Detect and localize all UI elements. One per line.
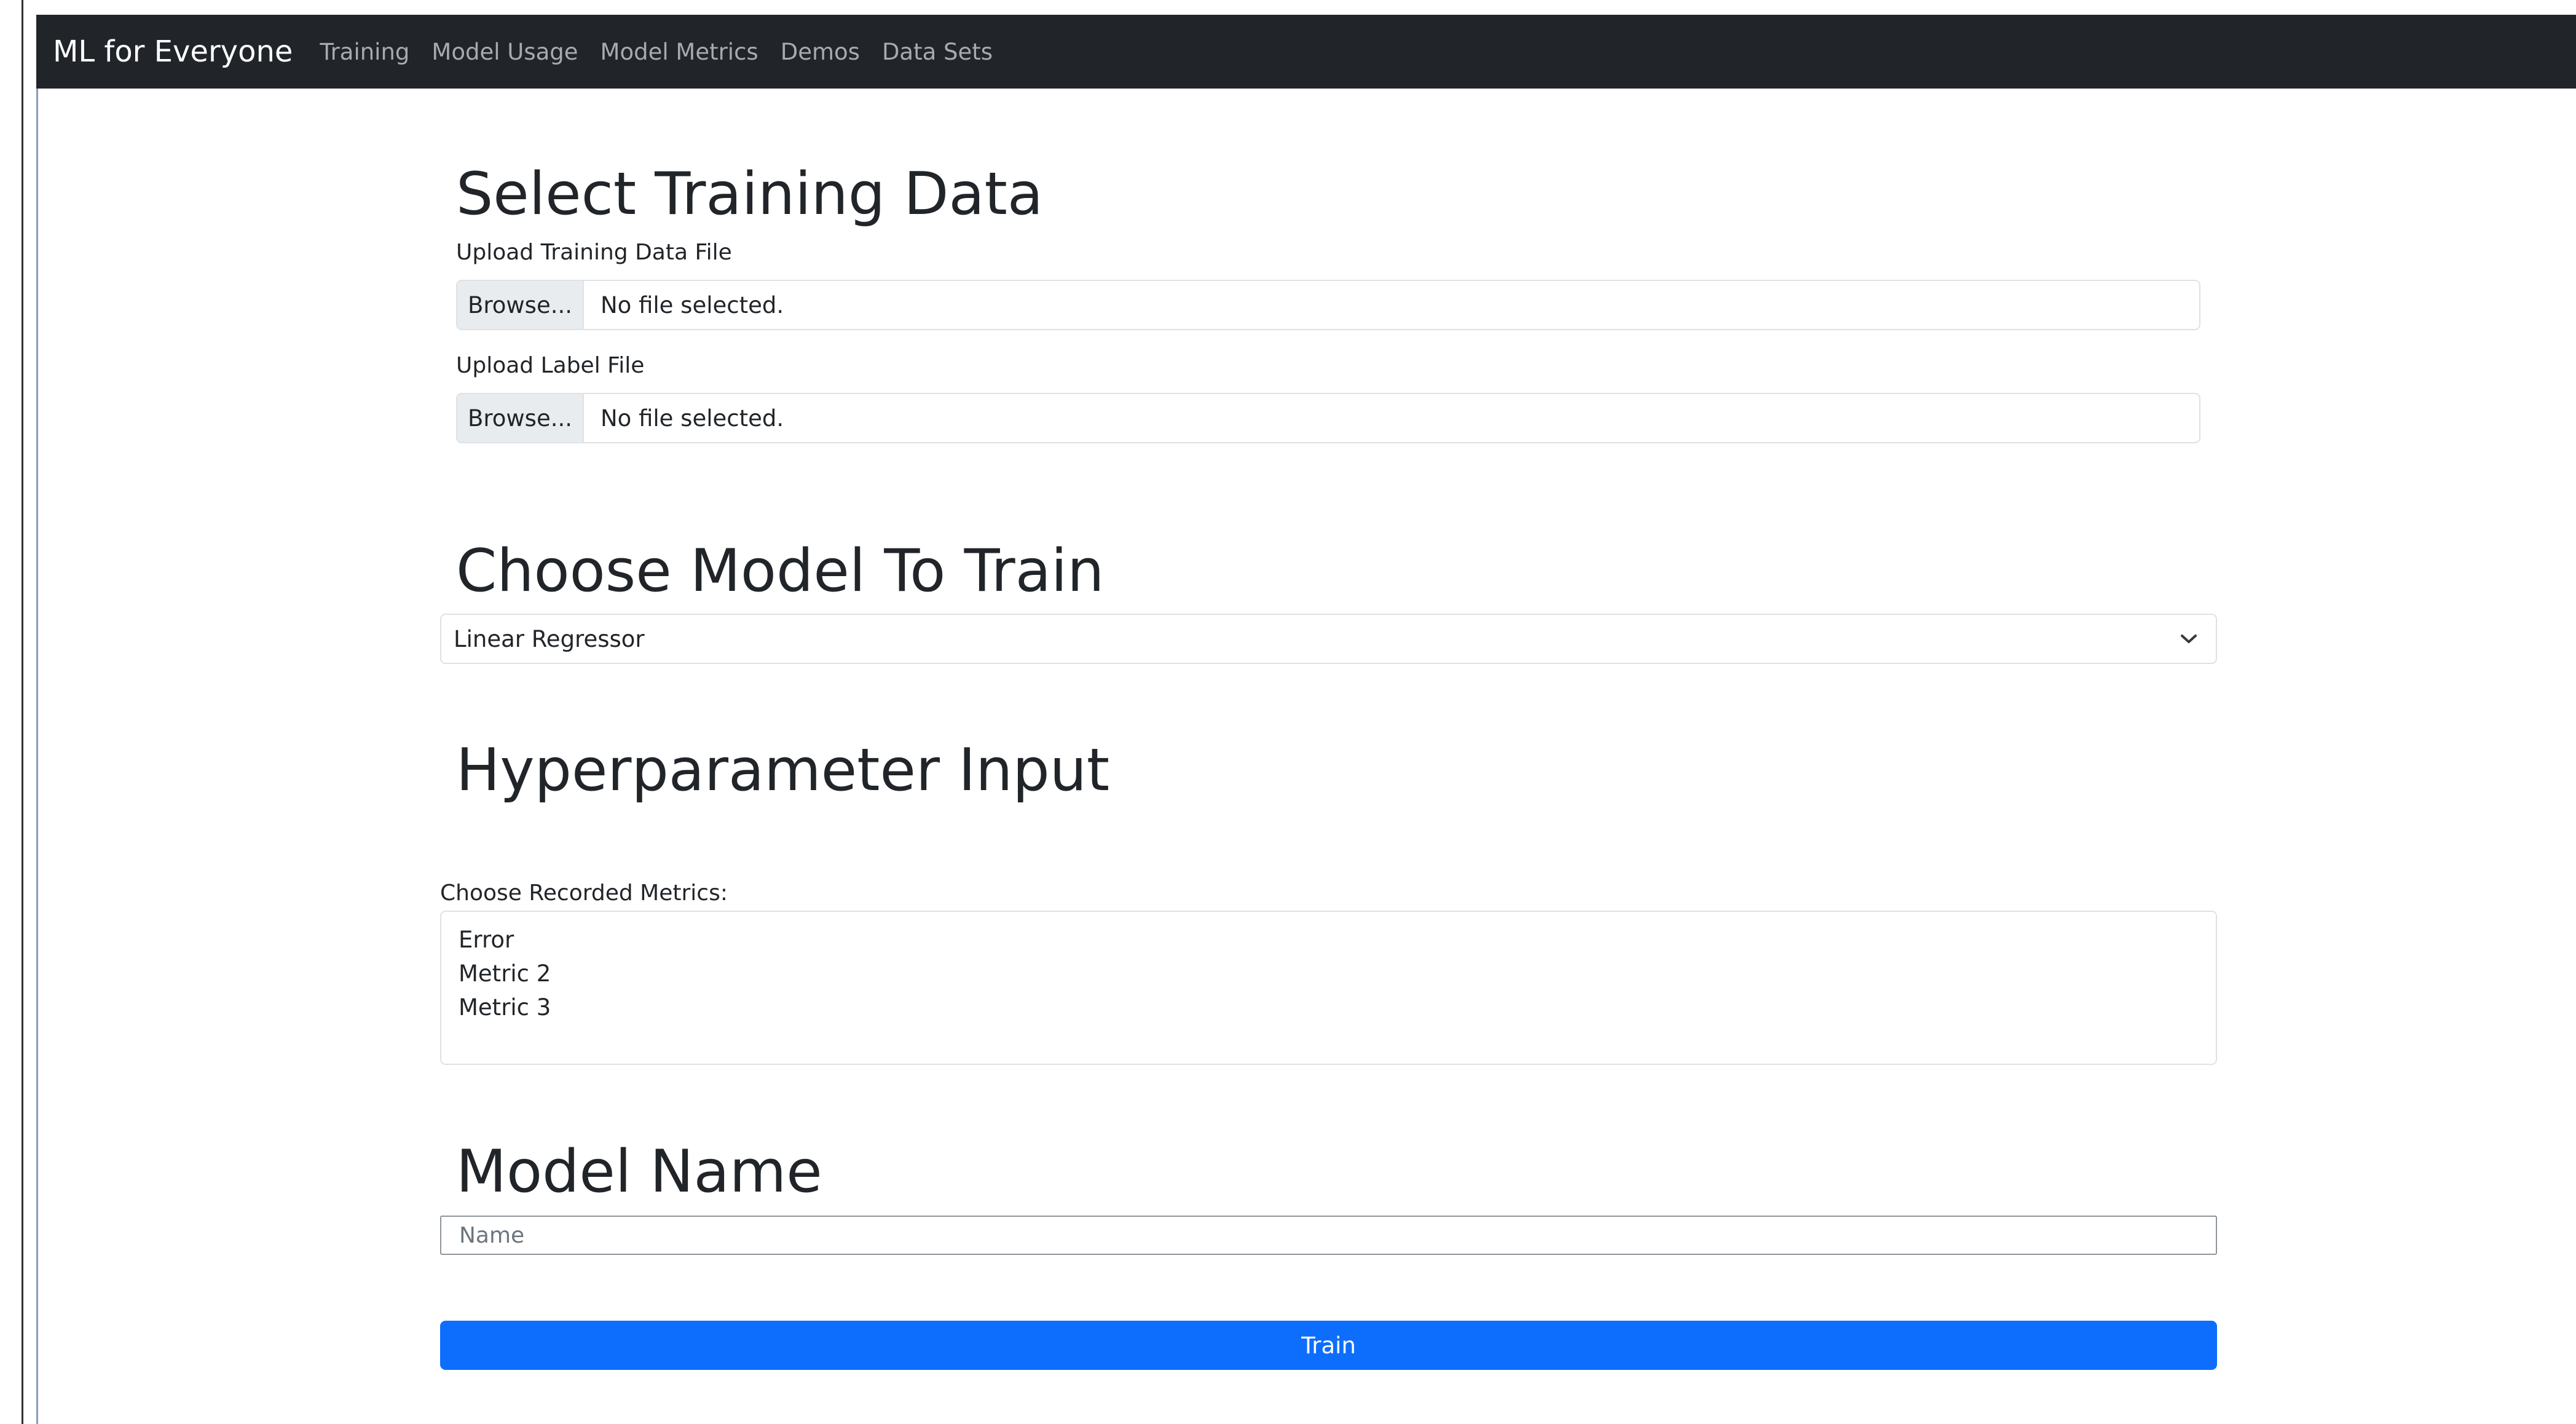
model-name-input[interactable] bbox=[440, 1216, 2217, 1255]
window-border-outer bbox=[22, 0, 23, 1424]
metric-option-metric-2[interactable]: Metric 2 bbox=[459, 957, 2199, 991]
nav-link-data-sets[interactable]: Data Sets bbox=[882, 39, 993, 65]
training-data-file-label: Upload Training Data File bbox=[456, 240, 732, 265]
nav-link-model-usage[interactable]: Model Usage bbox=[431, 39, 578, 65]
training-data-file-input[interactable]: Browse... No file selected. bbox=[456, 280, 2200, 330]
training-data-browse-button[interactable]: Browse... bbox=[457, 281, 584, 329]
label-file-input[interactable]: Browse... No file selected. bbox=[456, 393, 2200, 443]
navbar-brand[interactable]: ML for Everyone bbox=[53, 34, 293, 69]
nav-link-model-metrics[interactable]: Model Metrics bbox=[601, 39, 758, 65]
label-file-browse-button[interactable]: Browse... bbox=[457, 394, 584, 442]
choose-model-heading: Choose Model To Train bbox=[456, 537, 1105, 605]
window-border-inner bbox=[36, 15, 38, 1424]
nav-link-training[interactable]: Training bbox=[320, 39, 409, 65]
train-button[interactable]: Train bbox=[440, 1321, 2217, 1370]
recorded-metrics-listbox[interactable]: Error Metric 2 Metric 3 bbox=[440, 911, 2217, 1065]
label-file-status: No file selected. bbox=[601, 405, 784, 432]
navbar: ML for Everyone Training Model Usage Mod… bbox=[36, 15, 2576, 89]
label-file-label: Upload Label File bbox=[456, 353, 645, 378]
model-name-heading: Model Name bbox=[456, 1138, 822, 1206]
select-training-data-heading: Select Training Data bbox=[456, 160, 1044, 228]
nav-link-demos[interactable]: Demos bbox=[781, 39, 860, 65]
model-select-value: Linear Regressor bbox=[454, 625, 645, 652]
model-select[interactable]: Linear Regressor bbox=[440, 614, 2217, 664]
hyperparameter-heading: Hyperparameter Input bbox=[456, 737, 1110, 804]
metric-option-error[interactable]: Error bbox=[459, 923, 2199, 957]
chevron-down-icon bbox=[2176, 627, 2201, 651]
recorded-metrics-label: Choose Recorded Metrics: bbox=[440, 880, 728, 906]
metric-option-metric-3[interactable]: Metric 3 bbox=[459, 991, 2199, 1024]
training-data-file-status: No file selected. bbox=[601, 291, 784, 318]
window-top-strip bbox=[0, 0, 2576, 15]
